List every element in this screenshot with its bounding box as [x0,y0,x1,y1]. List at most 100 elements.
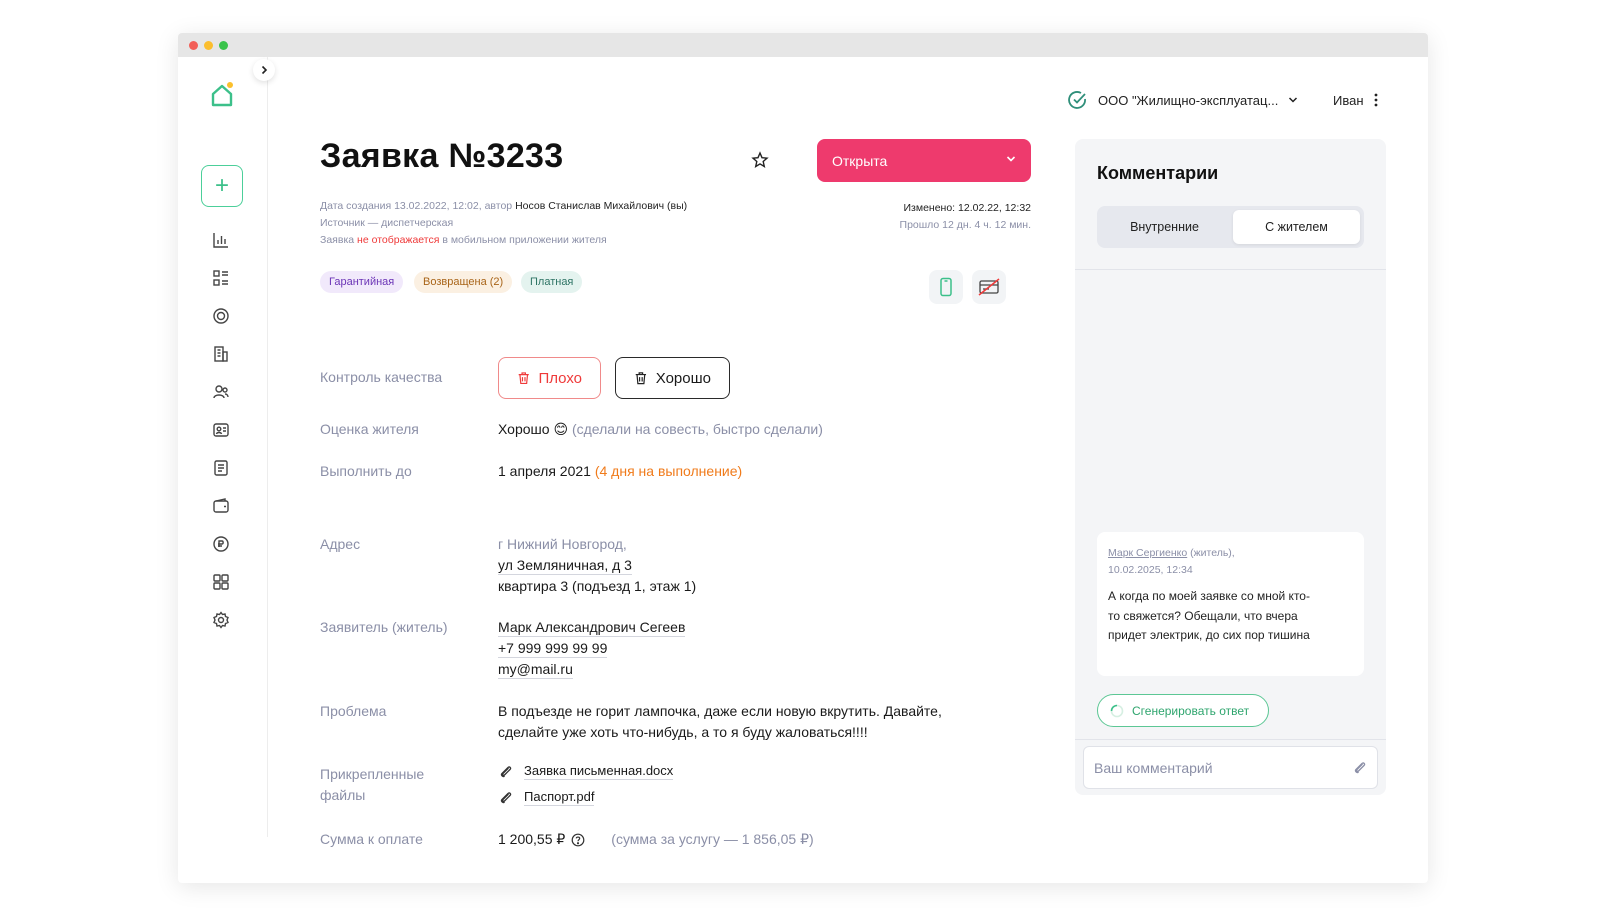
mobile-phone-icon [940,277,952,297]
verified-check-icon [1068,91,1086,109]
applicant-phone-row[interactable]: +7 999 999 99 99 [498,640,608,658]
tag-paid: Платная [521,271,583,293]
tag-warranty: Гарантийная [320,271,404,293]
smile-emoji-icon: 😊 [553,421,569,437]
created-info: Дата создания 13.02.2022, 12:02, автор Н… [320,200,687,212]
changed-date: Изменено: 12.02.22, 12:32 [903,202,1031,214]
tag-returned: Возвращена (2) [414,271,513,293]
quality-bad-button[interactable]: Плохо [498,357,601,399]
organization-name: ООО "Жилищно-эксплуатац... [1098,92,1279,108]
paperclip-icon [500,791,512,803]
quality-label: Контроль качества [320,369,443,385]
target-icon[interactable] [210,305,232,327]
sum-value: 1 200,55 ₽ [498,831,566,847]
applicant-name[interactable]: Марк Александрович Сегеев [498,619,686,637]
more-vertical-icon[interactable] [1374,93,1378,107]
message-text: А когда по моей заявке со мной кто-то св… [1108,589,1310,642]
address-street-link[interactable]: ул Земляничная, д 3 [498,557,632,575]
address-street[interactable]: ул Земляничная, д 3 [498,557,632,575]
deadline-note: (4 дня на выполнение) [594,463,743,479]
help-circle-icon[interactable] [571,833,585,847]
source-info: Источник — диспетчерская [320,217,454,229]
id-card-icon[interactable] [210,419,232,441]
loading-spinner-icon [1110,704,1124,717]
visibility-pre: Заявка [320,234,355,246]
comments-title: Комментарии [1097,163,1219,183]
message-role: (житель), [1190,547,1235,559]
files-label-2: файлы [320,787,366,803]
elapsed-time: Прошло 12 дн. 4 ч. 12 мин. [899,219,1031,231]
payment-disabled-button[interactable] [972,270,1006,304]
address-apartment: квартира 3 (подъезд 1, этаж 1) [498,578,697,594]
file-name[interactable]: Заявка письменная.docx [524,763,674,780]
trash-icon [518,372,529,385]
quality-bad-label: Плохо [538,369,582,387]
mobile-app-button[interactable] [929,270,963,304]
wallet-icon[interactable] [210,495,232,517]
paperclip-icon [500,765,512,777]
tab-internal[interactable]: Внутренние [1101,210,1228,244]
trash-icon [635,372,647,385]
list-icon[interactable] [210,267,232,289]
visibility-info: Заявка не отображается в мобильном прило… [320,234,607,246]
organization-selector[interactable]: ООО "Жилищно-эксплуатац... [1068,89,1298,111]
tab-resident[interactable]: С жителем [1233,210,1360,244]
comment-input[interactable] [1083,746,1378,789]
file-item[interactable]: Паспорт.pdf [498,789,595,806]
rating-comment: (сделали на совесть, быстро сделали) [571,421,823,437]
deadline-value: 1 апреля 2021 [498,463,591,479]
building-icon[interactable] [210,343,232,365]
card-disabled-icon [978,278,1000,296]
user-menu[interactable]: Иван [1333,89,1378,111]
message-header: Марк Сергиенко (житель), 10.02.2025, 12:… [1108,545,1353,579]
message-author[interactable]: Марк Сергиенко [1108,547,1187,559]
file-item[interactable]: Заявка письменная.docx [498,763,674,780]
file-name[interactable]: Паспорт.pdf [524,789,595,806]
close-dot[interactable] [189,41,198,50]
applicant-name-row[interactable]: Марк Александрович Сегеев [498,619,686,637]
problem-line-2: сделайте уже хоть что-нибудь, а то я буд… [498,724,868,740]
problem-line-1: В подъезде не горит лампочка, даже если … [498,703,942,719]
divider [1075,269,1386,270]
sum-note: (сумма за услугу — 1 856,05 ₽) [611,831,814,847]
quality-good-label: Хорошо [655,369,711,387]
message-date: 10.02.2025, 12:34 [1108,564,1193,576]
status-dropdown[interactable]: Открыта [817,139,1031,182]
generate-reply-label: Сгенерировать ответ [1132,703,1250,718]
add-ticket-button[interactable]: + [201,165,243,207]
users-icon[interactable] [210,381,232,403]
visibility-red: не отображается [357,234,440,246]
favorite-star-icon[interactable] [751,151,769,174]
comments-tabs: Внутренние С жителем [1097,206,1364,248]
applicant-email-row[interactable]: my@mail.ru [498,661,573,679]
expand-sidebar-button[interactable] [253,59,275,81]
chart-icon[interactable] [210,229,232,251]
chevron-right-icon [261,65,268,75]
document-icon[interactable] [210,457,232,479]
created-prefix: Дата создания 13.02.2022, 12:02, автор [320,200,513,212]
grid-apps-icon[interactable] [210,571,232,593]
settings-gear-icon[interactable] [210,609,232,631]
rating-value: Хорошо [498,421,550,437]
files-label-1: Прикрепленные [320,766,425,782]
payment-icon[interactable] [210,533,232,555]
generate-reply-button[interactable]: Сгенерировать ответ [1097,694,1269,727]
deadline-label: Выполнить до [320,463,412,479]
sum-label: Сумма к оплате [320,831,423,847]
applicant-label: Заявитель (житель) [320,619,448,635]
address-city: г Нижний Новгород, [498,536,627,552]
applicant-phone[interactable]: +7 999 999 99 99 [498,640,608,658]
comment-message: Марк Сергиенко (житель), 10.02.2025, 12:… [1097,532,1364,676]
rating-value-row: Хорошо 😊 (сделали на совесть, быстро сде… [498,421,823,438]
minimize-dot[interactable] [204,41,213,50]
applicant-email[interactable]: my@mail.ru [498,661,573,679]
problem-label: Проблема [320,703,387,719]
attach-paperclip-icon[interactable] [1352,760,1368,776]
created-author: Носов Станислав Михайлович (вы) [515,200,688,212]
divider [1075,739,1386,740]
chevron-down-icon [1289,97,1298,103]
quality-good-button[interactable]: Хорошо [615,357,730,399]
home-logo-icon[interactable] [208,81,236,109]
maximize-dot[interactable] [219,41,228,50]
chevron-down-icon [1006,156,1016,162]
